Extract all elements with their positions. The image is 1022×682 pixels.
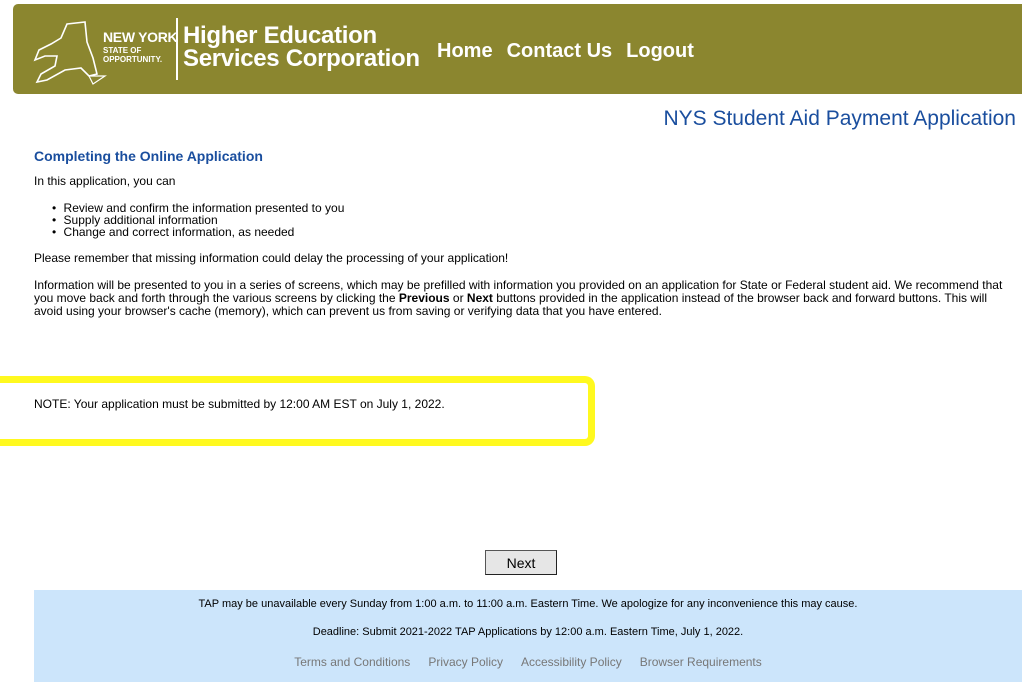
logo-opportunity: OPPORTUNITY. <box>103 55 163 64</box>
logo-state-of: STATE OF <box>103 46 142 55</box>
section-title: Completing the Online Application <box>34 148 263 164</box>
note-highlight-box <box>0 376 595 446</box>
info-previous-word: Previous <box>398 291 450 305</box>
agency-name[interactable]: Higher Education Services Corporation <box>183 22 420 72</box>
privacy-policy-link[interactable]: Privacy Policy <box>428 655 503 669</box>
list-item: Change and correct information, as neede… <box>52 226 1014 238</box>
agency-name-line2: Services Corporation <box>183 45 420 72</box>
nav-contact-us-link[interactable]: Contact Us <box>507 40 613 63</box>
reminder-text: Please remember that missing information… <box>34 251 509 265</box>
terms-and-conditions-link[interactable]: Terms and Conditions <box>294 655 410 669</box>
footer-links: Terms and Conditions Privacy Policy Acce… <box>34 655 1022 669</box>
logo-divider <box>176 18 178 80</box>
main-content: Completing the Online Application In thi… <box>34 148 1014 339</box>
browser-requirements-link[interactable]: Browser Requirements <box>640 655 762 669</box>
next-button[interactable]: Next <box>485 550 557 575</box>
nav-home-link[interactable]: Home <box>437 40 493 63</box>
site-footer: TAP may be unavailable every Sunday from… <box>34 590 1022 682</box>
site-header: NEW YORK STATE OF OPPORTUNITY. Higher Ed… <box>13 4 1022 94</box>
info-or: or <box>449 291 467 305</box>
info-paragraph: Information will be presented to you in … <box>34 279 1014 325</box>
capabilities-list: Review and confirm the information prese… <box>38 202 1014 238</box>
accessibility-policy-link[interactable]: Accessibility Policy <box>521 655 622 669</box>
deadline-note: NOTE: Your application must be submitted… <box>34 397 445 411</box>
footer-maintenance-notice: TAP may be unavailable every Sunday from… <box>198 598 858 610</box>
main-nav: Home Contact Us Logout <box>437 40 694 63</box>
logo-new-york: NEW YORK <box>103 29 178 45</box>
agency-name-line1: Higher Education <box>183 22 377 49</box>
page-title: NYS Student Aid Payment Application <box>663 107 1016 130</box>
footer-deadline-notice: Deadline: Submit 2021-2022 TAP Applicati… <box>312 626 744 638</box>
nav-logout-link[interactable]: Logout <box>626 40 694 63</box>
intro-text: In this application, you can <box>34 174 176 188</box>
info-next-word: Next <box>466 291 493 305</box>
nys-logo[interactable]: NEW YORK STATE OF OPPORTUNITY. <box>27 18 187 90</box>
